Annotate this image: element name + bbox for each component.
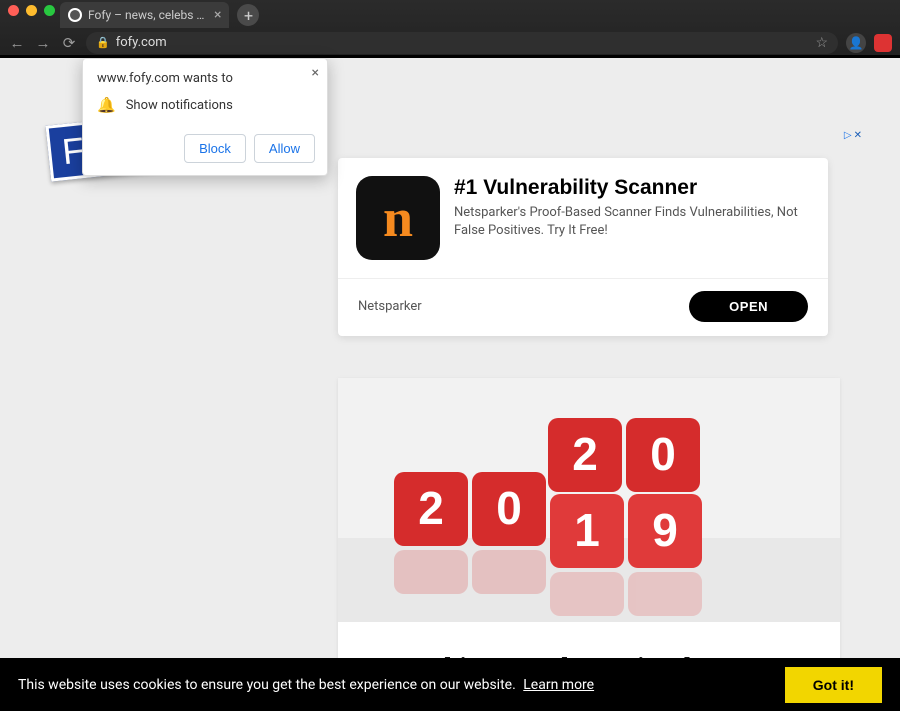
browser-chrome: Fofy – news, celebs and more × + ← → ⟳ 🔒…: [0, 0, 900, 55]
ad-card[interactable]: n #1 Vulnerability Scanner Netsparker's …: [338, 158, 828, 336]
url-text: fofy.com: [116, 35, 810, 50]
close-icon[interactable]: ×: [312, 65, 319, 81]
browser-tab[interactable]: Fofy – news, celebs and more ×: [60, 2, 229, 28]
profile-icon[interactable]: 👤: [846, 33, 866, 53]
svg-text:9: 9: [652, 504, 678, 556]
back-icon[interactable]: ←: [8, 34, 26, 52]
svg-text:0: 0: [650, 428, 676, 480]
close-window-icon[interactable]: [8, 5, 19, 16]
window-controls: [8, 5, 55, 16]
tab-bar: Fofy – news, celebs and more × +: [60, 2, 259, 28]
svg-text:2: 2: [418, 482, 444, 534]
new-tab-button[interactable]: +: [237, 4, 259, 26]
cookie-text: This website uses cookies to ensure you …: [18, 677, 516, 693]
forward-icon[interactable]: →: [34, 34, 52, 52]
svg-text:2: 2: [572, 428, 598, 480]
ad-brand: Netsparker: [358, 299, 422, 314]
ad-close-icon[interactable]: ✕: [854, 130, 862, 141]
permission-header: www.fofy.com wants to: [83, 59, 327, 92]
address-bar[interactable]: 🔒 fofy.com ☆: [86, 32, 838, 54]
ad-title: #1 Vulnerability Scanner: [454, 176, 808, 200]
svg-text:1: 1: [574, 504, 600, 556]
tab-title: Fofy – news, celebs and more: [88, 8, 208, 22]
ad-open-button[interactable]: OPEN: [689, 291, 808, 322]
allow-button[interactable]: Allow: [254, 134, 315, 163]
extension-icon[interactable]: [874, 34, 892, 52]
ad-description: Netsparker's Proof-Based Scanner Finds V…: [454, 204, 808, 240]
ad-info-icon[interactable]: ▷: [844, 130, 852, 141]
bookmark-star-icon[interactable]: ☆: [815, 35, 828, 51]
bell-icon: 🔔: [97, 96, 116, 114]
ad-app-icon: n: [356, 176, 440, 260]
notification-permission-dialog: × www.fofy.com wants to 🔔 Show notificat…: [82, 58, 328, 176]
adchoices[interactable]: ▷ ✕: [844, 130, 862, 141]
permission-type: Show notifications: [126, 98, 233, 113]
article-card[interactable]: 2 0 2 0 1 9: [338, 378, 840, 693]
fullscreen-window-icon[interactable]: [44, 5, 55, 16]
article-image: 2 0 2 0 1 9: [338, 378, 840, 622]
svg-text:0: 0: [496, 482, 522, 534]
close-tab-icon[interactable]: ×: [214, 8, 221, 22]
reload-icon[interactable]: ⟳: [60, 34, 78, 52]
lock-icon: 🔒: [96, 36, 110, 49]
minimize-window-icon[interactable]: [26, 5, 37, 16]
cookie-accept-button[interactable]: Got it!: [785, 667, 882, 703]
cookie-learn-more-link[interactable]: Learn more: [523, 677, 594, 693]
nav-toolbar: ← → ⟳ 🔒 fofy.com ☆ 👤: [0, 30, 900, 55]
block-button[interactable]: Block: [184, 134, 246, 163]
favicon-icon: [68, 8, 82, 22]
cookie-banner: This website uses cookies to ensure you …: [0, 658, 900, 711]
